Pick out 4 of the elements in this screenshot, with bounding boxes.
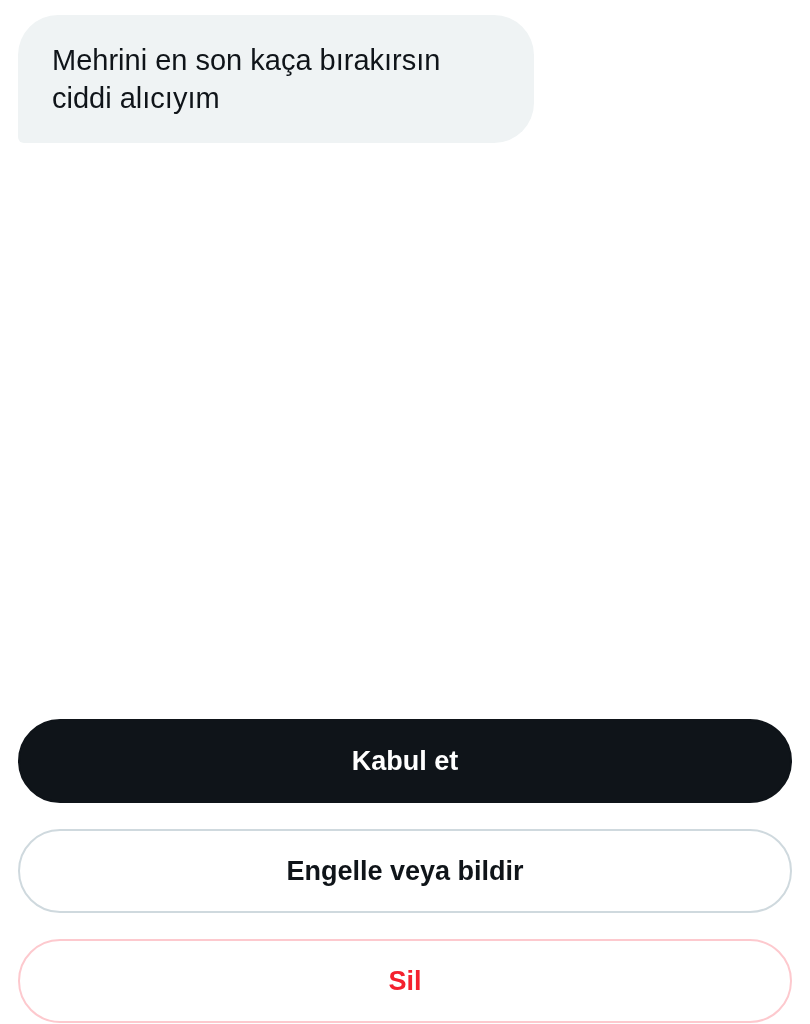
delete-button[interactable]: Sil	[18, 939, 792, 1023]
block-report-button[interactable]: Engelle veya bildir	[18, 829, 792, 913]
accept-button[interactable]: Kabul et	[18, 719, 792, 803]
message-bubble: Mehrini en son kaça bırakırsın ciddi alıcıyım	[18, 15, 534, 143]
